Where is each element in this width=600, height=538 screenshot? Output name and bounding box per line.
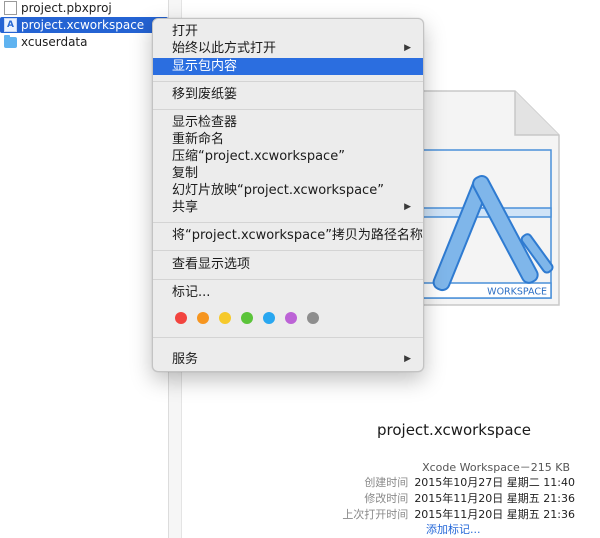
submenu-arrow-icon: ▶	[404, 43, 411, 53]
meta-created: 创建时间 2015年10月27日 星期二 11:40	[364, 474, 575, 491]
file-name: xcuserdata	[21, 35, 88, 49]
menu-item-move-to-trash[interactable]: 移到废纸篓	[153, 86, 423, 103]
menu-item-services[interactable]: 服务 ▶	[153, 351, 423, 368]
menu-item-show-package-contents[interactable]: 显示包内容	[153, 58, 423, 75]
tag-green-dot[interactable]	[241, 312, 253, 324]
icon-label: WORKSPACE	[487, 287, 547, 298]
document-icon	[4, 1, 17, 15]
tag-blue-dot[interactable]	[263, 312, 275, 324]
menu-separator	[153, 109, 423, 110]
preview-file-name: project.xcworkspace	[377, 421, 531, 439]
menu-item-duplicate[interactable]: 复制	[153, 165, 423, 182]
menu-separator	[153, 279, 423, 280]
add-tags-link[interactable]: 添加标记...	[426, 521, 481, 537]
file-row-xcworkspace[interactable]: A project.xcworkspace	[0, 17, 168, 33]
menu-item-show-view-options[interactable]: 查看显示选项	[153, 256, 423, 273]
menu-item-share[interactable]: 共享 ▶	[153, 199, 423, 216]
tag-gray-dot[interactable]	[307, 312, 319, 324]
menu-item-open[interactable]: 打开	[153, 23, 423, 40]
menu-item-label: 始终以此方式打开	[172, 41, 277, 56]
menu-separator	[153, 222, 423, 223]
meta-label: 修改时间	[364, 492, 409, 505]
xcworkspace-icon: A	[4, 18, 17, 32]
menu-item-compress[interactable]: 压缩“project.xcworkspace”	[153, 148, 423, 165]
tag-red-dot[interactable]	[175, 312, 187, 324]
menu-item-open-with[interactable]: 始终以此方式打开 ▶	[153, 40, 423, 57]
menu-item-rename[interactable]: 重新命名	[153, 131, 423, 148]
file-list: project.pbxproj A project.xcworkspace xc…	[0, 0, 170, 538]
meta-value: 2015年10月27日 星期二 11:40	[414, 476, 575, 489]
file-row-pbxproj[interactable]: project.pbxproj	[0, 0, 168, 16]
file-name: project.xcworkspace	[21, 18, 145, 32]
menu-item-tags[interactable]: 标记...	[153, 284, 423, 301]
file-row-xcuserdata[interactable]: xcuserdata	[0, 34, 168, 50]
xcworkspace-preview-icon: WORKSPACE	[410, 90, 560, 306]
preview-kind-size: Xcode Workspace－215 KB	[422, 461, 570, 474]
meta-label: 上次打开时间	[342, 508, 409, 521]
meta-label: 创建时间	[364, 476, 409, 489]
meta-value: 2015年11月20日 星期五 21:36	[414, 492, 575, 505]
meta-modified: 修改时间 2015年11月20日 星期五 21:36	[364, 490, 575, 507]
tag-orange-dot[interactable]	[197, 312, 209, 324]
tag-purple-dot[interactable]	[285, 312, 297, 324]
submenu-arrow-icon: ▶	[404, 354, 411, 364]
tag-yellow-dot[interactable]	[219, 312, 231, 324]
submenu-arrow-icon: ▶	[404, 202, 411, 212]
menu-item-label: 服务	[172, 352, 199, 367]
folder-icon	[4, 35, 17, 48]
menu-item-label: 共享	[172, 200, 199, 215]
menu-item-copy-path[interactable]: 将“project.xcworkspace”拷贝为路径名称	[153, 227, 423, 244]
menu-separator	[153, 337, 423, 338]
file-name: project.pbxproj	[21, 1, 112, 15]
menu-separator	[153, 250, 423, 251]
menu-item-slideshow[interactable]: 幻灯片放映“project.xcworkspace”	[153, 182, 423, 199]
menu-separator	[153, 81, 423, 82]
context-menu: 打开 始终以此方式打开 ▶ 显示包内容 移到废纸篓 显示检查器 重新命名 压缩“…	[152, 18, 424, 372]
menu-item-get-info[interactable]: 显示检查器	[153, 114, 423, 131]
